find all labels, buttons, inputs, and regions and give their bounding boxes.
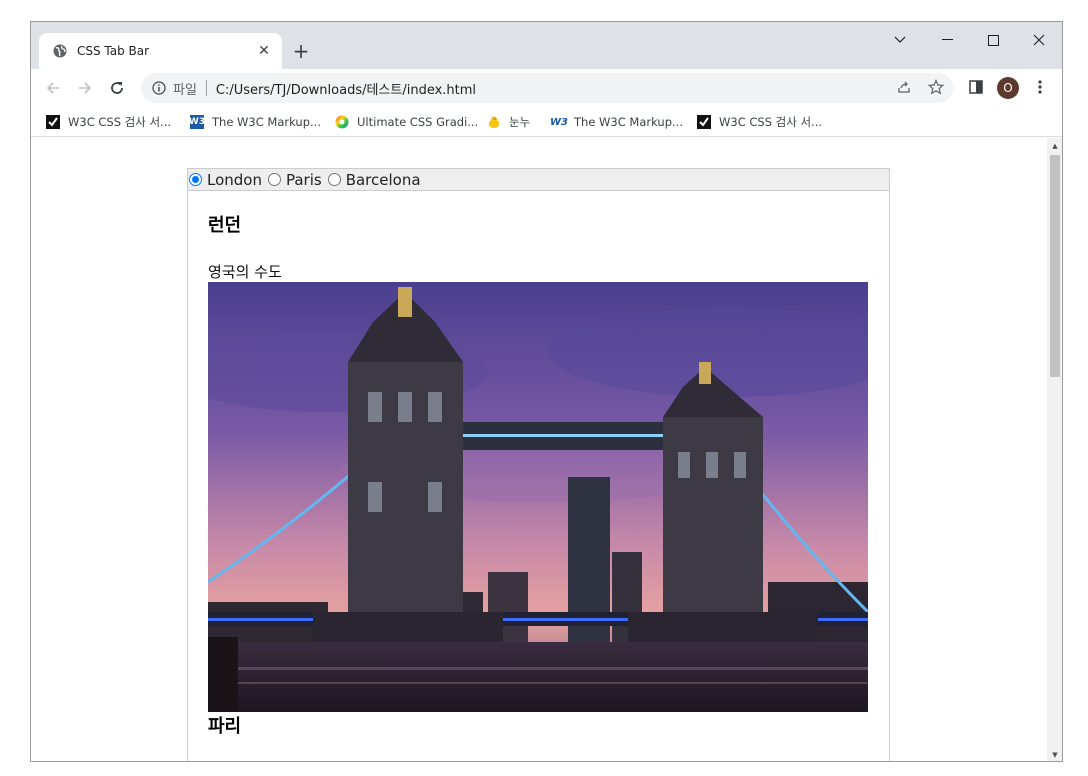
validator-icon: [697, 115, 711, 129]
w3-icon: W3: [188, 115, 206, 129]
radio-paris[interactable]: [267, 173, 281, 186]
tab-title: CSS Tab Bar: [77, 44, 150, 58]
browser-toolbar: 파일 C:/Users/TJ/Downloads/테스트/index.html …: [31, 69, 1062, 107]
url-scheme-label: 파일: [173, 82, 197, 98]
back-arrow-icon[interactable]: [41, 76, 65, 100]
url-text[interactable]: C:/Users/TJ/Downloads/테스트/index.html: [216, 79, 476, 98]
vertical-scrollbar[interactable]: ▲ ▼: [1047, 138, 1062, 761]
bookmark-label: The W3C Markup...: [212, 115, 321, 129]
kebab-menu-icon[interactable]: [1029, 76, 1051, 98]
city-description: 영국의 수도: [208, 263, 282, 281]
bookmark-item[interactable]: W3 The W3C Markup...: [188, 112, 321, 132]
bookmark-item[interactable]: W3C CSS 검사 서...: [697, 112, 822, 132]
star-icon[interactable]: [925, 76, 947, 98]
scroll-thumb[interactable]: [1050, 155, 1060, 377]
browser-window: CSS Tab Bar ✕ + 파일 C:/Users/TJ/Downloads…: [30, 21, 1063, 762]
new-tab-button[interactable]: +: [289, 39, 313, 63]
maximize-icon[interactable]: [970, 26, 1016, 54]
chevron-down-icon[interactable]: [877, 26, 923, 54]
tab-label: Paris: [285, 170, 322, 189]
page-viewport: London Paris Barcelona 런던 영국의 수도 파리: [31, 138, 1047, 761]
tower-bridge-photo: [208, 282, 868, 712]
share-icon[interactable]: [893, 76, 915, 98]
scroll-up-arrow-icon[interactable]: ▲: [1047, 138, 1062, 154]
bookmark-label: W3C CSS 검사 서...: [68, 115, 172, 129]
bookmarks-bar: W3C CSS 검사 서... W3 The W3C Markup... Ult…: [31, 107, 1062, 137]
reload-icon[interactable]: [105, 76, 129, 100]
info-icon[interactable]: [151, 80, 167, 96]
tab-content: 런던 영국의 수도 파리: [188, 211, 889, 738]
minimize-icon[interactable]: [924, 26, 970, 54]
city-heading-london: 런던: [208, 215, 242, 236]
bookmark-item[interactable]: 눈누: [487, 112, 530, 132]
bookmark-item[interactable]: Ultimate CSS Gradi...: [335, 112, 478, 132]
w3c-logo-icon: W3: [550, 116, 568, 128]
bookmark-label: 눈누: [509, 115, 531, 129]
browser-tab[interactable]: CSS Tab Bar ✕: [39, 33, 282, 69]
bookmark-item[interactable]: W3 The W3C Markup...: [550, 112, 683, 132]
globe-icon: [53, 44, 67, 58]
close-icon[interactable]: ✕: [256, 43, 272, 59]
address-bar[interactable]: 파일 C:/Users/TJ/Downloads/테스트/index.html: [141, 73, 953, 103]
tab-container: London Paris Barcelona 런던 영국의 수도 파리: [187, 168, 890, 761]
tab-bar: London Paris Barcelona: [188, 169, 889, 191]
bookmark-label: Ultimate CSS Gradi...: [357, 115, 479, 129]
bookmark-item[interactable]: W3C CSS 검사 서...: [46, 112, 171, 132]
bookmark-label: W3C CSS 검사 서...: [719, 115, 823, 129]
gradient-icon: [335, 115, 349, 129]
tab-london[interactable]: London: [189, 171, 262, 189]
side-panel-icon[interactable]: [965, 76, 987, 98]
chick-icon: [487, 115, 501, 129]
bookmark-label: The W3C Markup...: [574, 115, 683, 129]
radio-london[interactable]: [189, 173, 202, 186]
tab-label: Barcelona: [345, 170, 421, 189]
tab-label: London: [207, 170, 262, 189]
city-heading-paris: 파리: [208, 716, 242, 737]
tab-paris[interactable]: Paris: [267, 170, 322, 189]
url-separator: [205, 80, 207, 96]
forward-arrow-icon[interactable]: [73, 76, 97, 100]
tab-strip: CSS Tab Bar ✕ +: [31, 22, 1062, 69]
window-close-icon[interactable]: [1016, 26, 1062, 54]
radio-barcelona[interactable]: [327, 173, 341, 186]
scroll-down-arrow-icon[interactable]: ▼: [1047, 747, 1062, 761]
profile-avatar[interactable]: O: [997, 77, 1019, 99]
tab-barcelona[interactable]: Barcelona: [327, 170, 421, 189]
validator-icon: [46, 115, 60, 129]
